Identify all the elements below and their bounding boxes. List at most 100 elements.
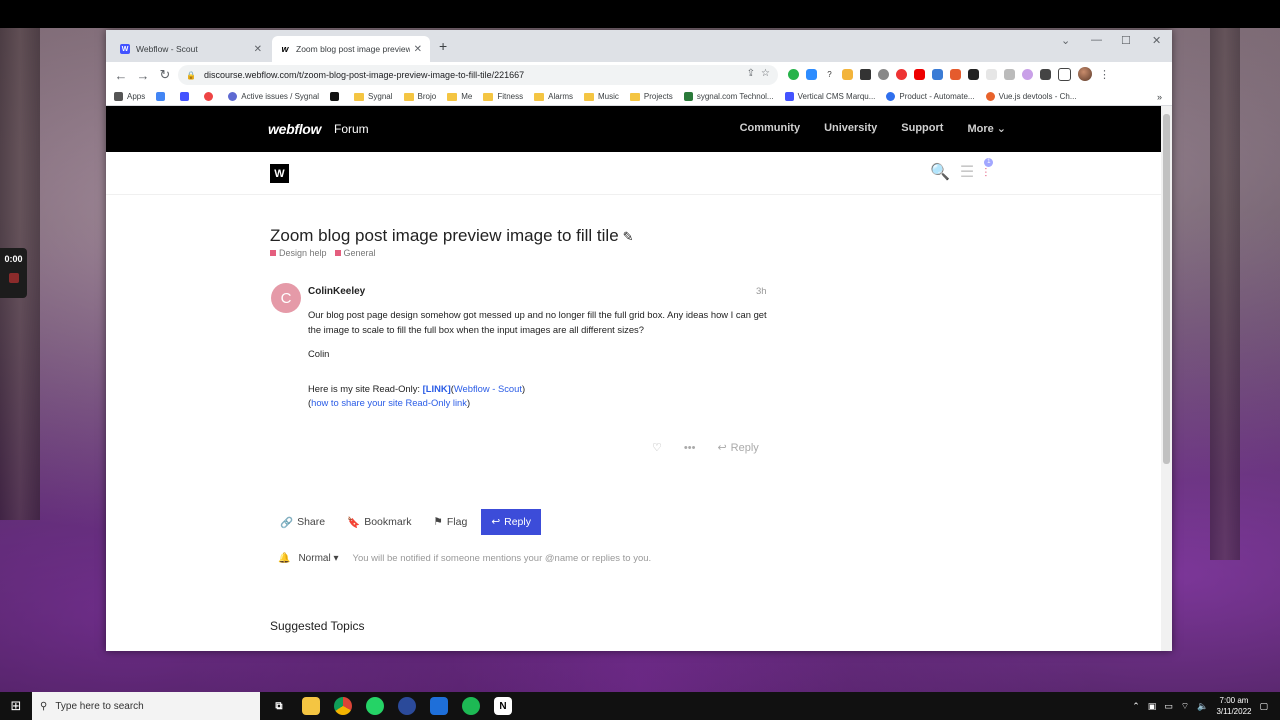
reply-button[interactable]: ↩ Reply — [481, 509, 541, 535]
star-icon[interactable]: ☆ — [761, 68, 770, 79]
tab-webflow-scout[interactable]: W Webflow - Scout ✕ — [112, 36, 270, 62]
chrome-icon[interactable] — [334, 697, 352, 715]
bookmark-button[interactable]: 🔖 Bookmark — [339, 510, 419, 535]
link-readonly[interactable]: [LINK] — [423, 383, 451, 394]
link-how-to-share[interactable]: how to share your site Read-Only link — [311, 397, 467, 408]
reload-icon[interactable]: ↻ — [154, 67, 176, 83]
bookmark-active-issues[interactable]: Active issues / Sygnal — [228, 92, 319, 101]
screen-recorder-widget[interactable]: 0:00 — [0, 248, 27, 298]
new-tab-button[interactable]: + — [439, 38, 447, 54]
bookmark-me[interactable]: Me — [447, 92, 472, 101]
category-design-help[interactable]: Design help — [270, 248, 327, 258]
extension-icon[interactable] — [968, 68, 979, 80]
bookmark-apps[interactable]: Apps — [114, 92, 145, 101]
chrome-store-icon — [985, 92, 995, 101]
chevron-up-icon[interactable]: ⌃ — [1132, 701, 1140, 712]
bookmark-brojo[interactable]: Brojo — [403, 92, 436, 101]
avatar[interactable]: C — [271, 283, 301, 313]
post-time[interactable]: 3h — [756, 286, 767, 297]
bookmark-extra[interactable] — [204, 92, 217, 101]
puzzle-icon[interactable] — [1040, 68, 1051, 80]
share-button[interactable]: 🔗 Share — [272, 510, 333, 535]
minimize-icon[interactable]: — — [1091, 34, 1102, 46]
taskbar-search[interactable]: ⚲ Type here to search — [32, 692, 260, 720]
bookmark-webflow[interactable] — [180, 92, 193, 101]
category-general[interactable]: General — [335, 248, 376, 258]
extension-icon[interactable] — [950, 68, 961, 80]
bookmark-product-automate[interactable]: Product - Automate... — [886, 92, 975, 101]
notion-icon[interactable]: N — [494, 697, 512, 715]
extension-icon[interactable] — [842, 68, 853, 80]
bookmarks-overflow-icon[interactable]: » — [1157, 92, 1162, 102]
page-scrollbar[interactable] — [1161, 106, 1172, 651]
search-icon[interactable]: 🔍 — [930, 164, 950, 182]
window-close-icon[interactable]: ✕ — [1152, 34, 1161, 47]
bookmark-sygnal[interactable]: Sygnal — [354, 92, 393, 101]
bookmark-projects[interactable]: Projects — [629, 92, 673, 101]
tab-zoom-blog-post[interactable]: w Zoom blog post image preview i ✕ — [272, 36, 430, 62]
shield-icon[interactable] — [860, 68, 871, 80]
close-icon[interactable]: ✕ — [414, 44, 422, 55]
recorder-stop-button[interactable] — [8, 273, 19, 283]
discourse-logo[interactable]: W — [270, 164, 289, 183]
bookmark-sygnal-tech[interactable]: sygnal.com Technol... — [683, 92, 774, 101]
pencil-icon[interactable]: ✎ — [623, 229, 634, 244]
extension-icon[interactable] — [878, 68, 889, 80]
webflow-logo[interactable]: webflow — [268, 121, 321, 137]
file-explorer-icon[interactable] — [302, 697, 320, 715]
bookmark-alarms[interactable]: Alarms — [534, 92, 573, 101]
nav-support[interactable]: Support — [901, 122, 943, 135]
hamburger-icon[interactable]: ☰ — [960, 164, 974, 182]
share-icon[interactable]: ⇪ — [747, 68, 755, 79]
spotify-icon[interactable] — [462, 697, 480, 715]
windows-start-icon[interactable]: ⊞ — [0, 698, 32, 714]
bookmark-fitness[interactable]: Fitness — [483, 92, 523, 101]
wifi-icon[interactable]: ⌔ — [1181, 701, 1189, 712]
more-icon[interactable]: ••• — [684, 442, 696, 454]
tab-search-icon[interactable]: ⌄ — [1061, 34, 1070, 47]
tray-app-icon[interactable]: ▣ — [1148, 701, 1157, 712]
bookmark-music[interactable]: Music — [584, 92, 619, 101]
back-icon[interactable]: ← — [110, 68, 132, 83]
extension-icon[interactable] — [1004, 68, 1015, 80]
post-username[interactable]: ColinKeeley — [308, 286, 365, 297]
youtube-icon[interactable] — [914, 68, 925, 80]
whatsapp-icon[interactable] — [366, 697, 384, 715]
nav-community[interactable]: Community — [740, 122, 801, 135]
bookmark-vertical-cms[interactable]: Vertical CMS Marqu... — [784, 92, 875, 101]
taskbar-clock[interactable]: 7:00 am 3/11/2022 — [1216, 695, 1251, 717]
volume-icon[interactable]: 🔈 — [1197, 701, 1208, 712]
nav-more[interactable]: More ⌄ — [967, 122, 1006, 135]
flag-button[interactable]: ⚑ Flag — [425, 510, 475, 534]
address-bar[interactable]: 🔒 discourse.webflow.com/t/zoom-blog-post… — [178, 65, 778, 85]
bookmark-vue-devtools[interactable]: Vue.js devtools - Ch... — [985, 92, 1077, 101]
sidebar-icon[interactable] — [1058, 67, 1071, 81]
extension-icon[interactable] — [1022, 68, 1033, 80]
link-webflow-scout[interactable]: Webflow - Scout — [454, 383, 522, 394]
menu-icon[interactable]: ⋮ — [1099, 68, 1110, 81]
extension-icon[interactable] — [788, 68, 799, 80]
notification-dropdown[interactable]: Normal ▾ — [298, 553, 338, 564]
task-view-icon[interactable]: ⧉ — [270, 697, 288, 715]
maximize-icon[interactable]: ☐ — [1121, 34, 1131, 47]
vscode-icon[interactable] — [430, 697, 448, 715]
extension-icon[interactable]: ? — [824, 68, 835, 80]
bookmark-calendar[interactable] — [156, 92, 169, 101]
close-icon[interactable]: ✕ — [254, 44, 262, 55]
battery-icon[interactable]: ▭ — [1164, 701, 1173, 712]
power-icon[interactable] — [896, 68, 907, 80]
extension-icon[interactable] — [986, 68, 997, 80]
bookmark-p[interactable] — [330, 92, 343, 101]
scrollbar-thumb[interactable] — [1163, 114, 1170, 464]
profile-avatar[interactable] — [1078, 67, 1092, 81]
forum-label[interactable]: Forum — [334, 122, 369, 136]
extension-icon[interactable] — [806, 68, 817, 80]
nav-university[interactable]: University — [824, 122, 877, 135]
post-reply-button[interactable]: ↩ Reply — [717, 441, 758, 455]
heart-icon[interactable]: ♡ — [652, 441, 662, 454]
notification-center-icon[interactable]: ▢ — [1259, 701, 1268, 712]
user-menu-icon[interactable]: ⫶ 1 — [984, 158, 994, 182]
vpn-icon[interactable] — [398, 697, 416, 715]
extension-icon[interactable] — [932, 68, 943, 80]
forward-icon[interactable]: → — [132, 68, 154, 83]
